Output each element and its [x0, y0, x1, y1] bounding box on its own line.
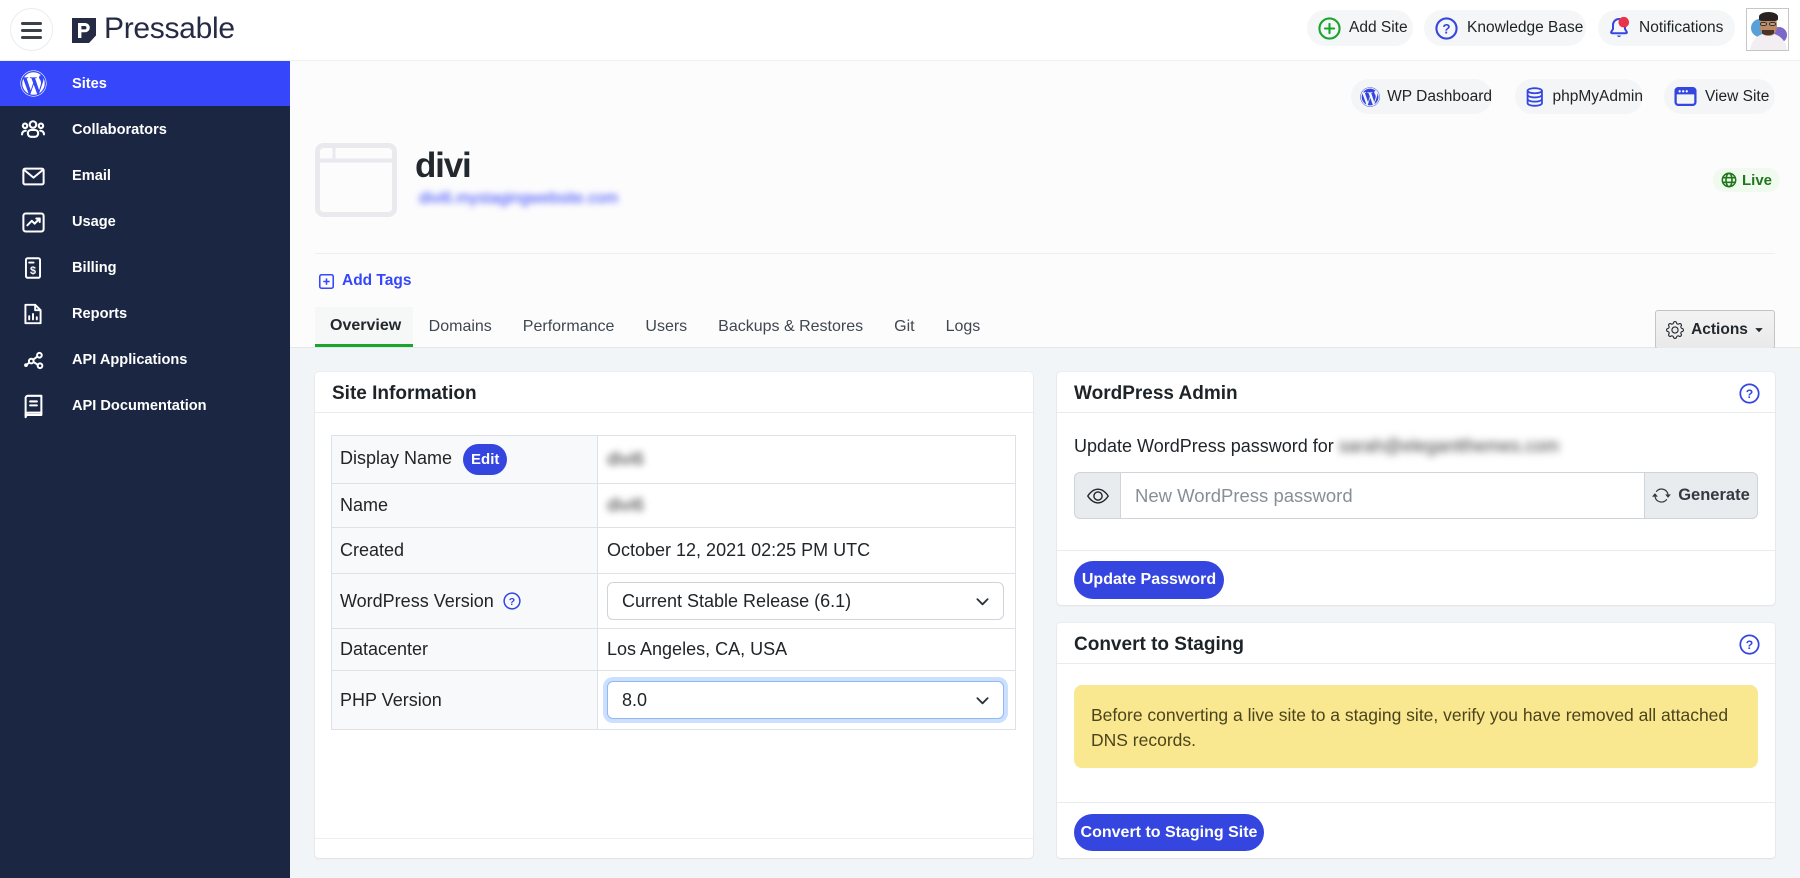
svg-text:?: ?	[1442, 21, 1450, 36]
svg-text:?: ?	[509, 595, 515, 607]
svg-text:?: ?	[1746, 387, 1753, 401]
svg-text:$: $	[30, 265, 36, 277]
svg-text:?: ?	[1746, 638, 1753, 652]
